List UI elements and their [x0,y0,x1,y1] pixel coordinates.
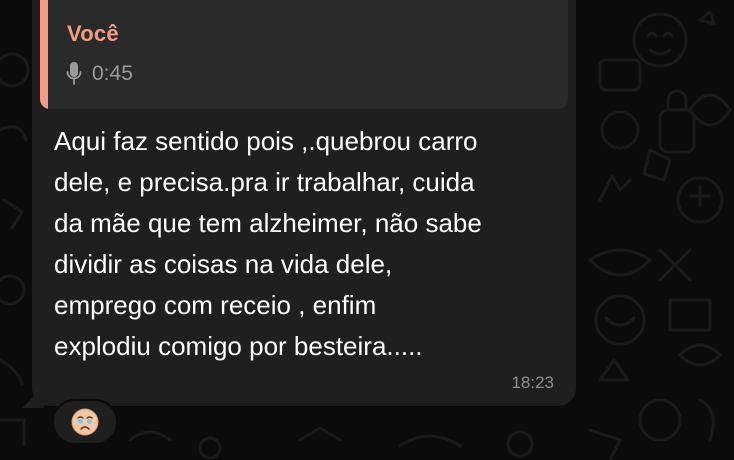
quoted-message[interactable]: Você 0:45 [40,0,568,109]
voice-duration: 0:45 [92,62,133,85]
message-time: 18:23 [511,373,554,392]
microphone-icon [66,62,82,85]
quoted-author: Você [67,21,119,46]
reaction-badge[interactable] [52,399,118,445]
message-text: Aqui faz sentido pois ,.quebrou carro de… [54,126,482,361]
crying-face-emoji [71,408,99,436]
quote-accent-bar [40,0,48,109]
